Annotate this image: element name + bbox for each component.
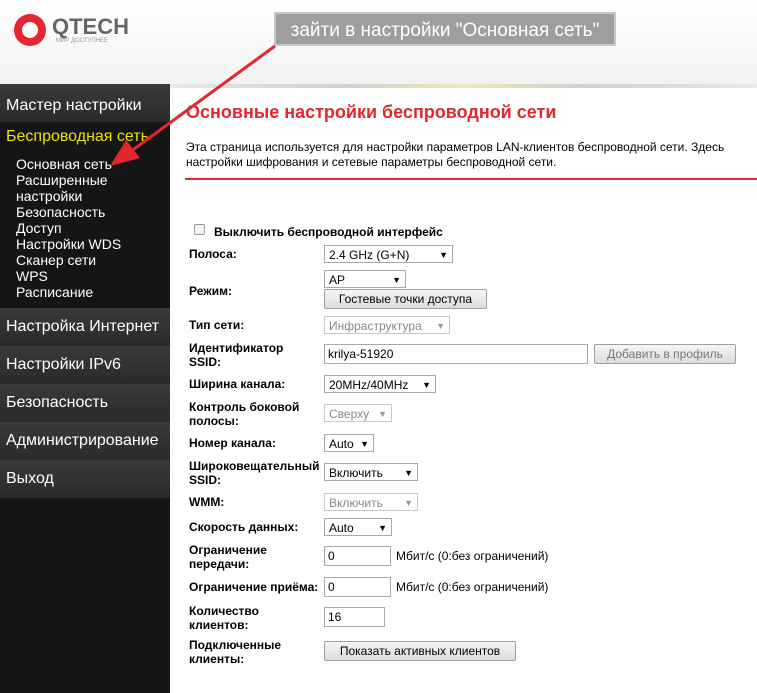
channel-width-label: Ширина канала: (189, 377, 286, 391)
broadcast-ssid-label-line-1: Широковещательный (189, 459, 320, 473)
broadcast-ssid-label: Широковещательный SSID: (189, 459, 320, 487)
disable-wireless-label: Выключить беспроводной интерфейс (214, 225, 443, 239)
channel-number-value: Auto (329, 437, 354, 451)
sideband-value: Сверху (329, 407, 370, 421)
submenu-access[interactable]: Доступ (16, 220, 62, 236)
connected-clients-label-line-2: клиенты: (189, 652, 245, 666)
ssid-label-line-2: SSID: (189, 355, 222, 369)
data-rate-label: Скорость данных: (189, 520, 299, 534)
chevron-down-icon: ▼ (360, 439, 369, 449)
band-value: 2.4 GHz (G+N) (329, 248, 410, 262)
band-select[interactable]: 2.4 GHz (G+N) ▼ (324, 245, 453, 263)
mode-select[interactable]: AP ▼ (324, 270, 406, 288)
sideband-label-line-1: Контроль боковой (189, 400, 300, 414)
submenu-security[interactable]: Безопасность (16, 204, 105, 220)
wmm-label: WMM: (189, 495, 225, 509)
menu-admin[interactable]: Администрирование (0, 422, 170, 460)
channel-number-label: Номер канала: (189, 436, 276, 450)
submenu-advanced[interactable]: Расширенные (16, 172, 108, 188)
logo: QTECH МИР ДОСТУПНЕЕ (14, 14, 129, 46)
connected-clients-label-line-1: Подключенные (189, 638, 282, 652)
network-type-label: Тип сети: (189, 318, 245, 332)
tx-limit-label-line-2: передачи: (189, 557, 250, 571)
ssid-input[interactable]: krilya-51920 (324, 344, 588, 364)
submenu-advanced-2[interactable]: настройки (16, 188, 82, 204)
broadcast-ssid-label-line-2: SSID: (189, 473, 222, 487)
rx-limit-unit: Мбит/с (0:без ограничений) (396, 580, 549, 594)
rx-limit-input[interactable]: 0 (324, 577, 391, 597)
menu-internet[interactable]: Настройка Интернет (0, 308, 170, 346)
title-divider (185, 178, 757, 180)
menu-ipv6[interactable]: Настройки IPv6 (0, 346, 170, 384)
tx-limit-label-line-1: Ограничение (189, 543, 267, 557)
guest-access-points-button[interactable]: Гостевые точки доступа (324, 289, 487, 309)
chevron-down-icon: ▼ (422, 380, 431, 390)
chevron-down-icon: ▼ (378, 523, 387, 533)
sideband-label: Контроль боковой полосы: (189, 400, 299, 428)
chevron-down-icon: ▼ (439, 250, 448, 260)
tx-limit-input[interactable]: 0 (324, 546, 391, 566)
submenu-scanner[interactable]: Сканер сети (16, 252, 96, 268)
main-content: Основные настройки беспроводной сети Эта… (170, 88, 757, 693)
description-line-2: настройки шифрования и сетевые параметры… (186, 155, 557, 169)
submenu-wds[interactable]: Настройки WDS (16, 236, 121, 252)
tx-limit-unit: Мбит/с (0:без ограничений) (396, 549, 549, 563)
channel-number-select[interactable]: Auto ▼ (324, 434, 374, 452)
menu-wizard[interactable]: Мастер настройки (0, 84, 170, 122)
page-title: Основные настройки беспроводной сети (186, 102, 557, 122)
chevron-down-icon: ▼ (392, 275, 401, 285)
ssid-label: Идентификатор SSID: (189, 341, 283, 369)
data-rate-value: Auto (329, 521, 354, 535)
client-count-input[interactable]: 16 (324, 607, 385, 627)
add-to-profile-button[interactable]: Добавить в профиль (594, 344, 736, 364)
mode-value: AP (329, 273, 346, 287)
network-type-value: Инфраструктура (329, 319, 422, 333)
logo-name: QTECH (52, 14, 129, 39)
channel-width-value: 20MHz/40MHz (329, 378, 409, 392)
description-line-1: Эта страница используется для настройки … (186, 140, 725, 154)
ssid-label-line-1: Идентификатор (189, 341, 284, 355)
wmm-value: Включить (329, 496, 383, 510)
submenu-schedule[interactable]: Расписание (16, 284, 93, 300)
broadcast-ssid-select[interactable]: Включить ▼ (324, 463, 418, 481)
network-type-select[interactable]: Инфраструктура ▼ (324, 316, 450, 334)
chevron-down-icon: ▼ (404, 498, 413, 508)
show-active-clients-button[interactable]: Показать активных клиентов (324, 641, 516, 661)
annotation-callout: зайти в настройки "Основная сеть" (274, 12, 616, 46)
broadcast-ssid-value: Включить (329, 466, 383, 480)
menu-wireless[interactable]: Беспроводная сеть (0, 122, 170, 146)
wmm-select[interactable]: Включить ▼ (324, 493, 418, 511)
data-rate-select[interactable]: Auto ▼ (324, 518, 392, 536)
menu-security[interactable]: Безопасность (0, 384, 170, 422)
client-count-label-line-1: Количество (189, 604, 259, 618)
sideband-select[interactable]: Сверху ▼ (324, 404, 392, 422)
chevron-down-icon: ▼ (378, 409, 387, 419)
mode-label: Режим: (189, 284, 232, 298)
tx-limit-label: Ограничение передачи: (189, 543, 267, 571)
client-count-label: Количество клиентов: (189, 604, 259, 632)
sidebar: Мастер настройки Беспроводная сеть Основ… (0, 84, 170, 693)
submenu-wps[interactable]: WPS (16, 268, 48, 284)
menu-logout[interactable]: Выход (0, 460, 170, 498)
chevron-down-icon: ▼ (436, 321, 445, 331)
logo-icon (14, 14, 46, 46)
chevron-down-icon: ▼ (404, 468, 413, 478)
sideband-label-line-2: полосы: (189, 414, 239, 428)
disable-wireless-checkbox[interactable] (194, 224, 205, 235)
connected-clients-label: Подключенные клиенты: (189, 638, 281, 666)
client-count-label-line-2: клиентов: (189, 618, 249, 632)
channel-width-select[interactable]: 20MHz/40MHz ▼ (324, 375, 436, 393)
rx-limit-label: Ограничение приёма: (189, 580, 319, 594)
page-description: Эта страница используется для настройки … (186, 140, 757, 170)
header: QTECH МИР ДОСТУПНЕЕ зайти в настройки "О… (0, 0, 757, 84)
submenu-basic[interactable]: Основная сеть (16, 156, 112, 172)
band-label: Полоса: (189, 247, 237, 261)
